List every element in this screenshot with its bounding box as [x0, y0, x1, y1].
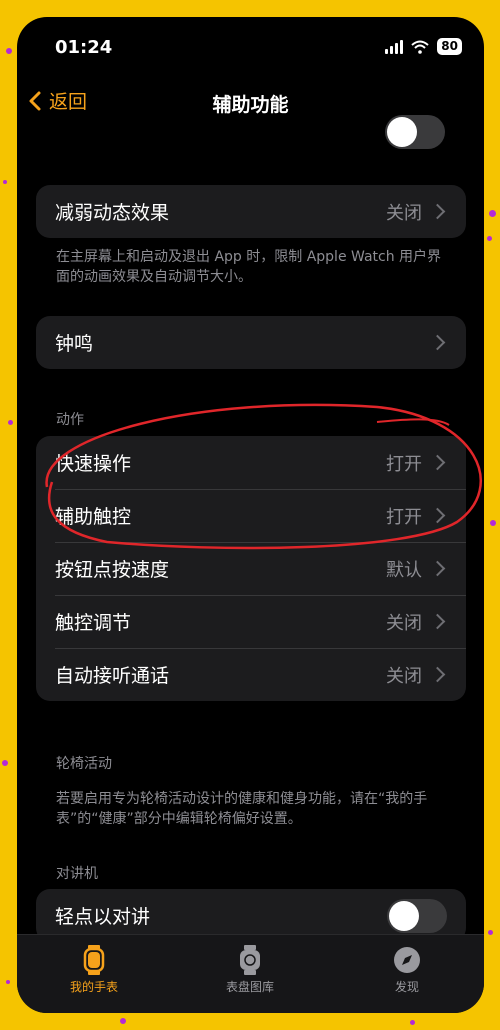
row-label: 快速操作: [55, 453, 132, 475]
phone-screen: 01:24 80 返回 辅助功能 减弱动态效果 关闭 在主屏幕上和启动及退出 A…: [17, 17, 484, 1013]
battery-indicator: 80: [437, 38, 462, 55]
tap-to-talk-toggle[interactable]: [387, 898, 447, 933]
compass-icon: [394, 947, 420, 973]
signal-icon: [385, 39, 404, 54]
row-quick-actions[interactable]: 快速操作 打开: [36, 436, 466, 489]
status-bar: 01:24 80: [17, 17, 484, 77]
actions-group: 快速操作 打开 辅助触控 打开 按钮点按速度 默认 触控调节 关闭 自动接听通话…: [36, 436, 466, 701]
page-title: 辅助功能: [212, 94, 289, 116]
row-chime[interactable]: 钟鸣: [36, 316, 466, 369]
chime-group: 钟鸣: [36, 316, 466, 369]
row-auto-answer[interactable]: 自动接听通话 关闭: [36, 648, 466, 701]
row-label: 按钮点按速度: [55, 559, 170, 581]
tab-face-gallery[interactable]: 表盘图库: [190, 945, 310, 995]
row-label: 轻点以对讲: [55, 906, 151, 928]
reduce-motion-group: 减弱动态效果 关闭: [36, 185, 466, 238]
watch-face-icon: [240, 945, 260, 975]
chevron-right-icon: [429, 454, 446, 471]
row-label: 触控调节: [55, 612, 132, 634]
wheelchair-header: 轮椅活动: [56, 756, 112, 772]
wifi-icon: [411, 40, 429, 54]
chevron-right-icon: [429, 613, 446, 630]
tab-label: 表盘图库: [225, 980, 274, 994]
status-icons: 80: [385, 38, 462, 55]
chevron-right-icon: [429, 334, 446, 351]
toggle-knob: [387, 117, 417, 147]
row-value: 关闭: [386, 202, 422, 224]
row-value: 默认: [386, 559, 422, 581]
walkie-header: 对讲机: [56, 866, 98, 882]
row-label: 减弱动态效果: [55, 202, 170, 224]
chevron-right-icon: [429, 560, 446, 577]
watch-icon: [83, 945, 105, 975]
chevron-right-icon: [429, 666, 446, 683]
row-value: 打开: [386, 506, 422, 528]
row-assistive-touch[interactable]: 辅助触控 打开: [36, 489, 466, 542]
row-reduce-motion[interactable]: 减弱动态效果 关闭: [36, 185, 466, 238]
tab-label: 我的手表: [69, 980, 118, 994]
status-time: 01:24: [55, 37, 113, 58]
wheelchair-footnote: 若要启用专为轮椅活动设计的健康和健身功能，请在“我的手表”的“健康”部分中编辑轮…: [56, 791, 428, 827]
chevron-right-icon: [429, 203, 446, 220]
top-toggle-partial[interactable]: [385, 115, 445, 149]
row-click-speed[interactable]: 按钮点按速度 默认: [36, 542, 466, 595]
row-touch-accommodations[interactable]: 触控调节 关闭: [36, 595, 466, 648]
row-value: 打开: [386, 453, 422, 475]
toggle-knob: [389, 900, 419, 931]
tab-discover[interactable]: 发现: [347, 945, 467, 995]
tab-my-watch[interactable]: 我的手表: [34, 945, 154, 995]
row-label: 自动接听通话: [55, 665, 170, 687]
tab-label: 发现: [394, 980, 419, 994]
tab-bar: 我的手表 表盘图库 发现: [17, 934, 484, 1013]
row-value: 关闭: [386, 612, 422, 634]
reduce-motion-footnote: 在主屏幕上和启动及退出 App 时，限制 Apple Watch 用户界面的动画…: [56, 249, 442, 285]
chevron-right-icon: [429, 507, 446, 524]
row-label: 辅助触控: [55, 506, 132, 528]
actions-header: 动作: [56, 412, 84, 428]
row-label: 钟鸣: [55, 333, 94, 355]
row-value: 关闭: [386, 665, 422, 687]
